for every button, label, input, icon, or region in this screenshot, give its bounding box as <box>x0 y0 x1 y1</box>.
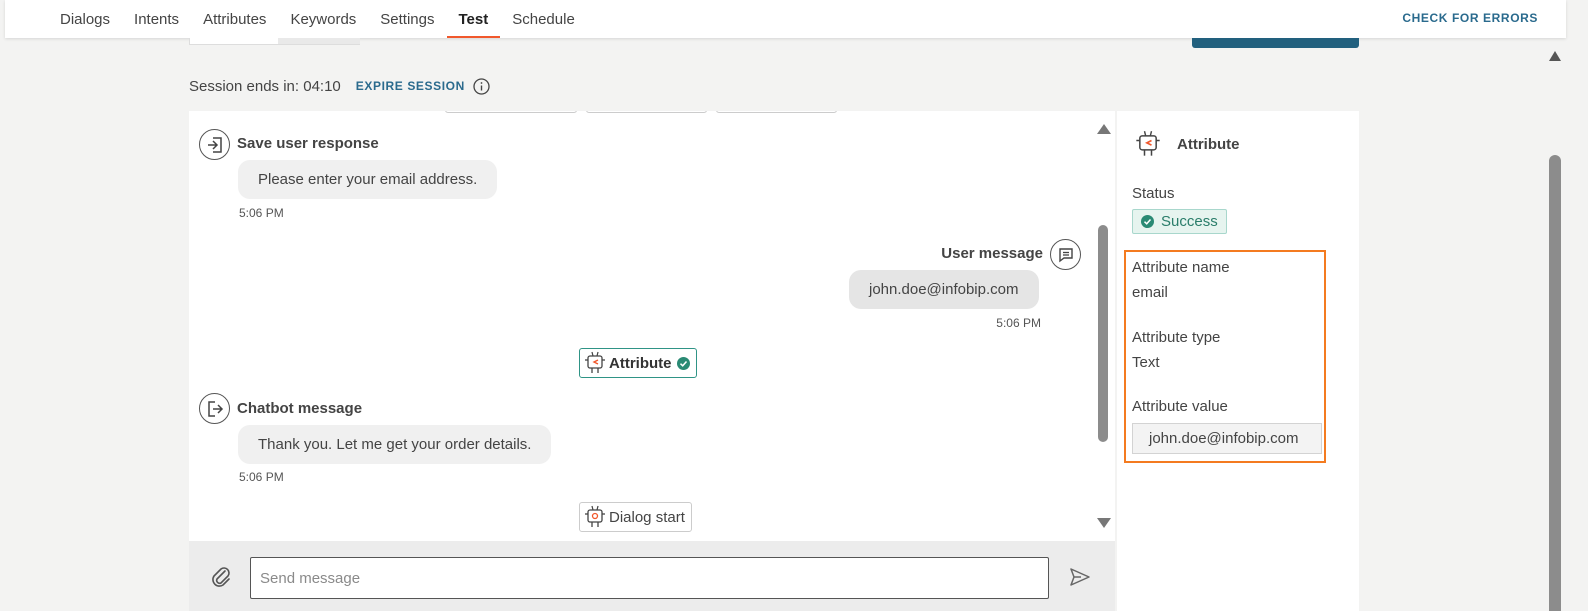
chatbot-message-title: Chatbot message <box>237 400 363 417</box>
status-value: Success <box>1161 213 1218 230</box>
dialog-start-chip[interactable]: Dialog start <box>579 502 692 532</box>
message-time: 5:06 PM <box>996 316 1041 330</box>
tab-test[interactable]: Test <box>446 0 501 38</box>
attribute-value-field: john.doe@infobip.com <box>1132 423 1322 454</box>
chat-panel: Save user response Please enter your ema… <box>189 111 1115 541</box>
chip-remnant <box>586 111 707 113</box>
page-scroll-up-arrow[interactable] <box>1549 51 1561 61</box>
chat-scrollbar-thumb[interactable] <box>1098 225 1108 442</box>
check-for-errors-button[interactable]: CHECK FOR ERRORS <box>1402 11 1538 25</box>
success-check-icon <box>676 356 690 370</box>
attribute-details-panel: Attribute Status Success Attribute name … <box>1117 111 1359 611</box>
chatbot-message-icon <box>199 393 230 424</box>
chip-remnant <box>445 111 577 113</box>
tab-bar: Dialogs Intents Attributes Keywords Sett… <box>48 0 587 38</box>
tab-dialogs[interactable]: Dialogs <box>48 0 122 38</box>
attribute-event-chip[interactable]: Attribute <box>579 348 697 378</box>
attribute-value-label: Attribute value <box>1132 398 1228 415</box>
session-timer: Session ends in: 04:10 <box>189 77 341 95</box>
paperclip-icon[interactable] <box>209 565 233 589</box>
primary-action-button[interactable] <box>1192 38 1359 48</box>
tab-schedule[interactable]: Schedule <box>500 0 587 38</box>
bot-message-bubble: Please enter your email address. <box>238 160 498 199</box>
dialog-start-label: Dialog start <box>609 508 685 526</box>
send-message-input[interactable] <box>250 557 1049 599</box>
chip-remnant <box>716 111 837 113</box>
expire-session-button[interactable]: EXPIRE SESSION <box>356 79 465 93</box>
chat-scroll-up-arrow[interactable] <box>1097 124 1111 134</box>
robot-icon <box>1136 130 1160 156</box>
robot-icon <box>585 505 605 527</box>
attribute-name-value: email <box>1132 284 1168 301</box>
attribute-type-label: Attribute type <box>1132 329 1221 346</box>
save-response-title: Save user response <box>237 135 379 152</box>
robot-icon <box>585 351 605 373</box>
top-navigation: Dialogs Intents Attributes Keywords Sett… <box>5 0 1566 38</box>
user-message-icon <box>1050 239 1081 270</box>
attribute-event-label: Attribute <box>609 354 672 372</box>
tab-keywords[interactable]: Keywords <box>278 0 368 38</box>
chip-row-remnant <box>445 111 837 113</box>
tab-intents[interactable]: Intents <box>122 0 191 38</box>
channel-toggle-option[interactable] <box>278 38 360 44</box>
user-message-bubble: john.doe@infobip.com <box>849 270 1039 309</box>
panel-title: Attribute <box>1177 135 1240 153</box>
bot-message-bubble: Thank you. Let me get your order details… <box>238 425 552 464</box>
message-time: 5:06 PM <box>239 470 284 484</box>
send-icon[interactable] <box>1068 565 1092 589</box>
save-response-icon <box>199 129 230 160</box>
tab-settings[interactable]: Settings <box>368 0 446 38</box>
message-time: 5:06 PM <box>239 206 284 220</box>
page-scrollbar-thumb[interactable] <box>1549 155 1561 611</box>
attribute-name-label: Attribute name <box>1132 259 1230 276</box>
message-input-bar <box>189 541 1115 611</box>
chat-scroll-down-arrow[interactable] <box>1097 518 1111 528</box>
panel-header: Attribute <box>1135 130 1240 158</box>
info-icon[interactable] <box>473 77 490 95</box>
session-bar: Session ends in: 04:10 EXPIRE SESSION <box>189 76 490 96</box>
status-badge: Success <box>1132 209 1227 234</box>
success-check-icon <box>1141 215 1154 228</box>
channel-toggle[interactable] <box>189 38 360 45</box>
attribute-type-value: Text <box>1132 354 1160 371</box>
user-message-title: User message <box>941 245 1043 262</box>
status-label: Status <box>1132 185 1175 202</box>
tab-attributes[interactable]: Attributes <box>191 0 278 38</box>
